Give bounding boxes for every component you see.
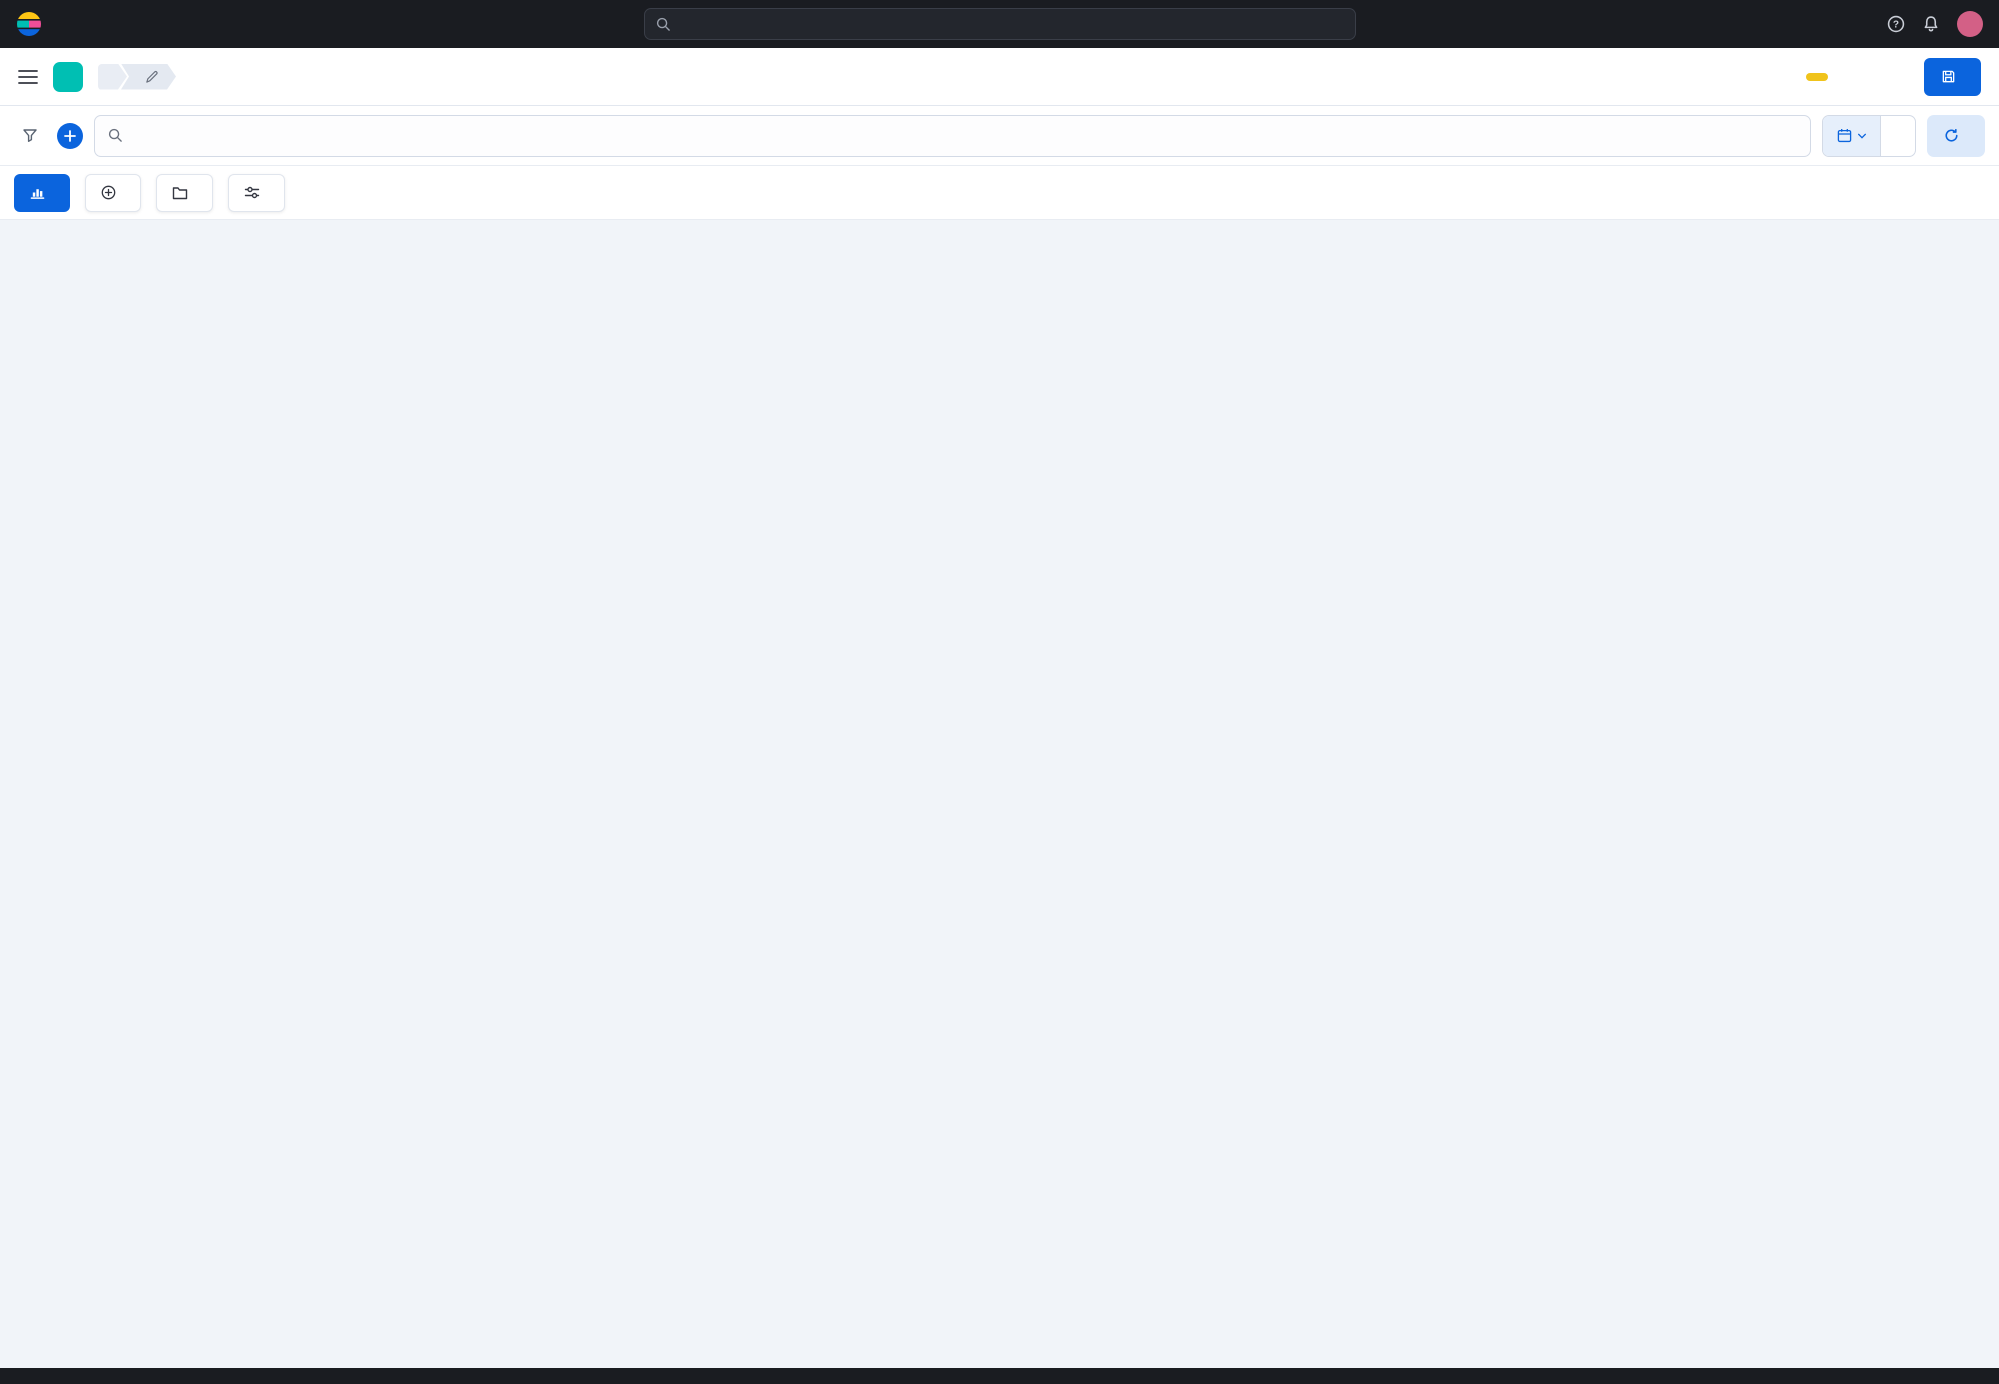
filter-menu-button[interactable] — [14, 120, 46, 152]
date-picker-button[interactable] — [1823, 115, 1881, 156]
global-search[interactable] — [643, 8, 1356, 40]
kql-filter-input[interactable] — [132, 127, 1797, 144]
kql-filter-field[interactable] — [94, 114, 1811, 157]
menu-icon[interactable] — [18, 69, 38, 85]
plus-in-circle-icon — [101, 185, 116, 200]
breadcrumb — [98, 64, 176, 90]
add-filter-button[interactable] — [57, 122, 83, 149]
unsaved-changes-badge — [1806, 72, 1828, 81]
global-search-input[interactable] — [679, 16, 1335, 32]
save-button[interactable] — [1924, 57, 1981, 96]
help-icon[interactable]: ? — [1887, 15, 1905, 33]
add-from-library-button[interactable] — [156, 173, 213, 212]
save-icon — [1942, 70, 1955, 83]
add-panel-button[interactable] — [85, 173, 141, 212]
breadcrumb-current — [121, 64, 176, 90]
time-picker — [1822, 114, 1916, 157]
create-visualization-button[interactable] — [14, 173, 70, 212]
search-icon — [108, 128, 122, 142]
filter-icon — [23, 129, 37, 142]
lens-icon — [30, 189, 45, 199]
global-header: ? — [0, 0, 1999, 48]
chevron-down-icon — [1857, 133, 1866, 139]
folder-icon — [172, 186, 188, 199]
dashboard-canvas — [0, 220, 1999, 1368]
search-icon — [656, 17, 670, 31]
elastic-logo[interactable] — [16, 11, 51, 37]
query-bar — [0, 106, 1999, 166]
dashboard-toolbar — [0, 166, 1999, 220]
time-range-button[interactable] — [1881, 116, 1915, 156]
pencil-icon[interactable] — [145, 70, 159, 84]
header-actions: ? — [1887, 11, 1983, 37]
svg-text:?: ? — [1893, 20, 1899, 31]
refresh-button[interactable] — [1927, 114, 1985, 157]
bottom-bar — [0, 1368, 1999, 1384]
space-avatar[interactable] — [53, 61, 83, 92]
refresh-icon — [1945, 129, 1958, 142]
user-avatar[interactable] — [1957, 11, 1983, 37]
plus-icon — [64, 129, 76, 142]
navigation-bar — [0, 48, 1999, 106]
controls-button[interactable] — [228, 173, 285, 212]
breadcrumb-dashboards[interactable] — [98, 64, 127, 90]
sliders-icon — [244, 186, 260, 199]
calendar-icon — [1837, 128, 1851, 143]
elastic-logo-icon — [17, 12, 41, 36]
notifications-icon[interactable] — [1922, 15, 1940, 33]
nav-actions — [1806, 57, 1981, 96]
